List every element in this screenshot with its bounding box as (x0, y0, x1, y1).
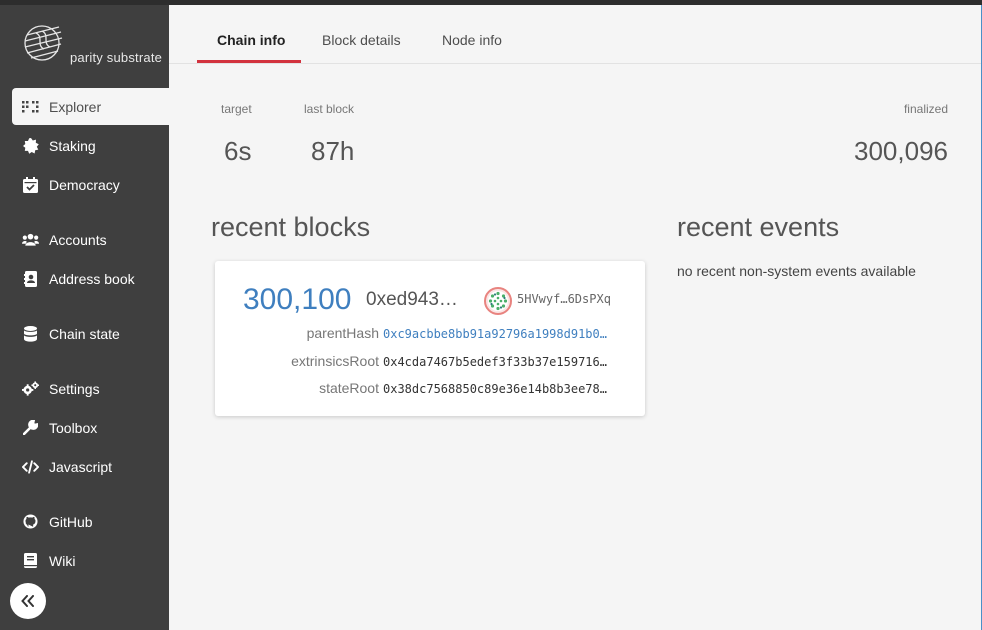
sidebar-item-staking[interactable]: Staking (12, 127, 169, 164)
sidebar-item-label: Javascript (49, 458, 113, 475)
sidebar-item-settings[interactable]: Settings (12, 370, 169, 407)
sidebar-item-address-book[interactable]: Address book (12, 260, 169, 297)
grid-icon (22, 98, 39, 115)
summary-last-block-label: last block (304, 102, 355, 116)
book-icon (22, 552, 39, 569)
double-chevron-left-icon (21, 595, 34, 607)
sidebar-item-wiki[interactable]: Wiki (12, 542, 169, 579)
address-book-icon (22, 270, 39, 287)
main-content: Chain info Block details Node info targe… (169, 5, 982, 630)
sidebar-item-github[interactable]: GitHub (12, 503, 169, 540)
sidebar-item-democracy[interactable]: Democracy (12, 166, 169, 203)
sidebar-item-accounts[interactable]: Accounts (12, 221, 169, 258)
block-card: 300,100 0xed943… 5HVwyf…6DsPXq parentHas… (215, 261, 645, 416)
certificate-icon (22, 137, 39, 154)
recent-blocks-title: recent blocks (211, 212, 371, 242)
tab-node-info[interactable]: Node info (442, 32, 502, 48)
summary-target-label: target (221, 102, 252, 116)
block-hash: 0xed943… (366, 289, 458, 310)
state-root-label: stateRoot (319, 380, 379, 396)
sidebar-item-label: GitHub (49, 513, 93, 530)
sidebar-item-label: Democracy (49, 176, 120, 193)
author-address: 5HVwyf…6DsPXq (517, 292, 611, 306)
tab-chain-info[interactable]: Chain info (217, 32, 285, 48)
extrinsics-root-value: 0x4cda7467b5edef3f33b37e159716… (383, 355, 607, 369)
parity-substrate-logo: parity substrate (22, 23, 162, 73)
state-root-value: 0x38dc7568850c89e36e14b8b3ee78… (383, 382, 607, 396)
tab-bar: Chain info Block details Node info (169, 5, 982, 64)
summary-last-block-value: 87h (311, 136, 355, 166)
sidebar-item-label: Settings (49, 380, 100, 397)
gears-icon (22, 380, 39, 397)
summary-finalized-label: finalized (903, 102, 948, 116)
sidebar-item-label: Wiki (49, 552, 76, 569)
collapse-sidebar-button[interactable] (10, 583, 46, 619)
block-number-link[interactable]: 300,100 (243, 283, 351, 317)
wrench-icon (22, 419, 39, 436)
summary-finalized-value: 300,096 (854, 136, 948, 166)
sidebar-item-explorer[interactable]: Explorer (12, 88, 169, 125)
sidebar-item-label: Staking (49, 137, 96, 154)
recent-events-title: recent events (677, 212, 840, 242)
sidebar-item-chain-state[interactable]: Chain state (12, 315, 169, 352)
sidebar-item-toolbox[interactable]: Toolbox (12, 409, 169, 446)
extrinsics-root-label: extrinsicsRoot (291, 353, 379, 369)
summary-target-value: 6s (224, 136, 252, 166)
sidebar-item-label: Chain state (49, 325, 120, 342)
active-tab-indicator (197, 60, 301, 63)
logo-text: parity substrate (70, 50, 163, 65)
tab-block-details[interactable]: Block details (322, 32, 401, 48)
sidebar-item-label: Explorer (49, 98, 102, 115)
author-identicon[interactable] (484, 287, 512, 315)
calendar-check-icon (22, 176, 39, 193)
github-icon (22, 513, 39, 530)
sidebar: parity substrate Explorer Staking Democr… (0, 5, 169, 630)
database-icon (22, 325, 39, 342)
code-icon (22, 458, 39, 475)
sidebar-item-label: Toolbox (49, 419, 98, 436)
parent-hash-label: parentHash (306, 325, 379, 341)
users-icon (22, 231, 39, 248)
parent-hash-link[interactable]: 0xc9acbbe8bb91a92796a1998d91b0… (383, 327, 623, 341)
no-events-message: no recent non-system events available (677, 263, 916, 279)
sidebar-item-label: Accounts (49, 231, 107, 248)
sidebar-item-label: Address book (49, 270, 135, 287)
substrate-logo-icon (24, 25, 63, 61)
sidebar-item-javascript[interactable]: Javascript (12, 448, 169, 485)
